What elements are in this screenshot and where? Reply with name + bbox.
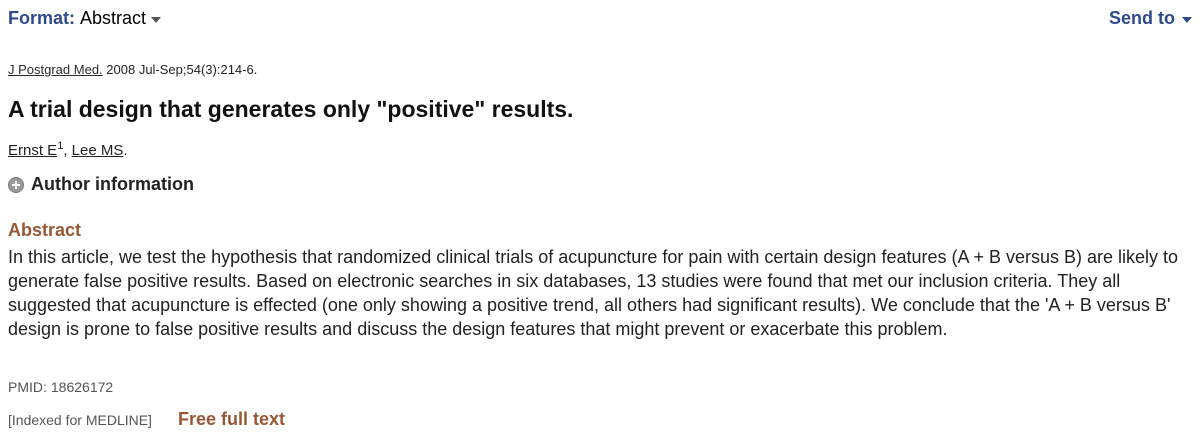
citation: J Postgrad Med. 2008 Jul-Sep;54(3):214-6…: [8, 62, 257, 77]
author-link[interactable]: Ernst E: [8, 142, 57, 159]
indexed-for-medline: [Indexed for MEDLINE]: [8, 411, 152, 428]
format-label: Format: [8, 7, 70, 28]
pmid-value: 18626172: [50, 379, 114, 395]
author-link[interactable]: Lee MS: [72, 142, 124, 159]
indexing-row: [Indexed for MEDLINE] Free full text: [8, 409, 285, 430]
free-full-text-link[interactable]: Free full text: [178, 409, 285, 430]
pmid-label: PMID:: [8, 379, 47, 395]
citation-details: 2008 Jul-Sep;54(3):214-6.: [106, 62, 258, 77]
author-information-toggle[interactable]: Author information: [8, 174, 194, 195]
format-colon: :: [69, 7, 76, 28]
toolbar: Format: Abstract Send to: [8, 6, 1192, 30]
format-value: Abstract: [80, 7, 147, 28]
send-to-label: Send to: [1109, 7, 1175, 28]
abstract-text: In this article, we test the hypothesis …: [8, 247, 1179, 339]
author-separator: ,: [63, 142, 72, 159]
abstract-heading: Abstract: [8, 220, 82, 240]
plus-circle-icon: [8, 177, 24, 193]
author-list: Ernst E1, Lee MS.: [8, 140, 128, 159]
send-to-dropdown[interactable]: Send to: [1109, 8, 1192, 29]
chevron-down-icon: [1182, 16, 1192, 23]
pmid: PMID: 18626172: [8, 379, 113, 395]
pubmed-abstract-page: Format: Abstract Send to J Postgrad Med.…: [0, 0, 1200, 440]
format-dropdown[interactable]: Format: Abstract: [8, 7, 162, 29]
author-information-label: Author information: [31, 174, 194, 194]
author-list-terminator: .: [123, 142, 128, 159]
article-title: A trial design that generates only "posi…: [8, 96, 574, 122]
chevron-down-icon: [151, 16, 162, 23]
journal-link[interactable]: J Postgrad Med.: [8, 62, 103, 77]
